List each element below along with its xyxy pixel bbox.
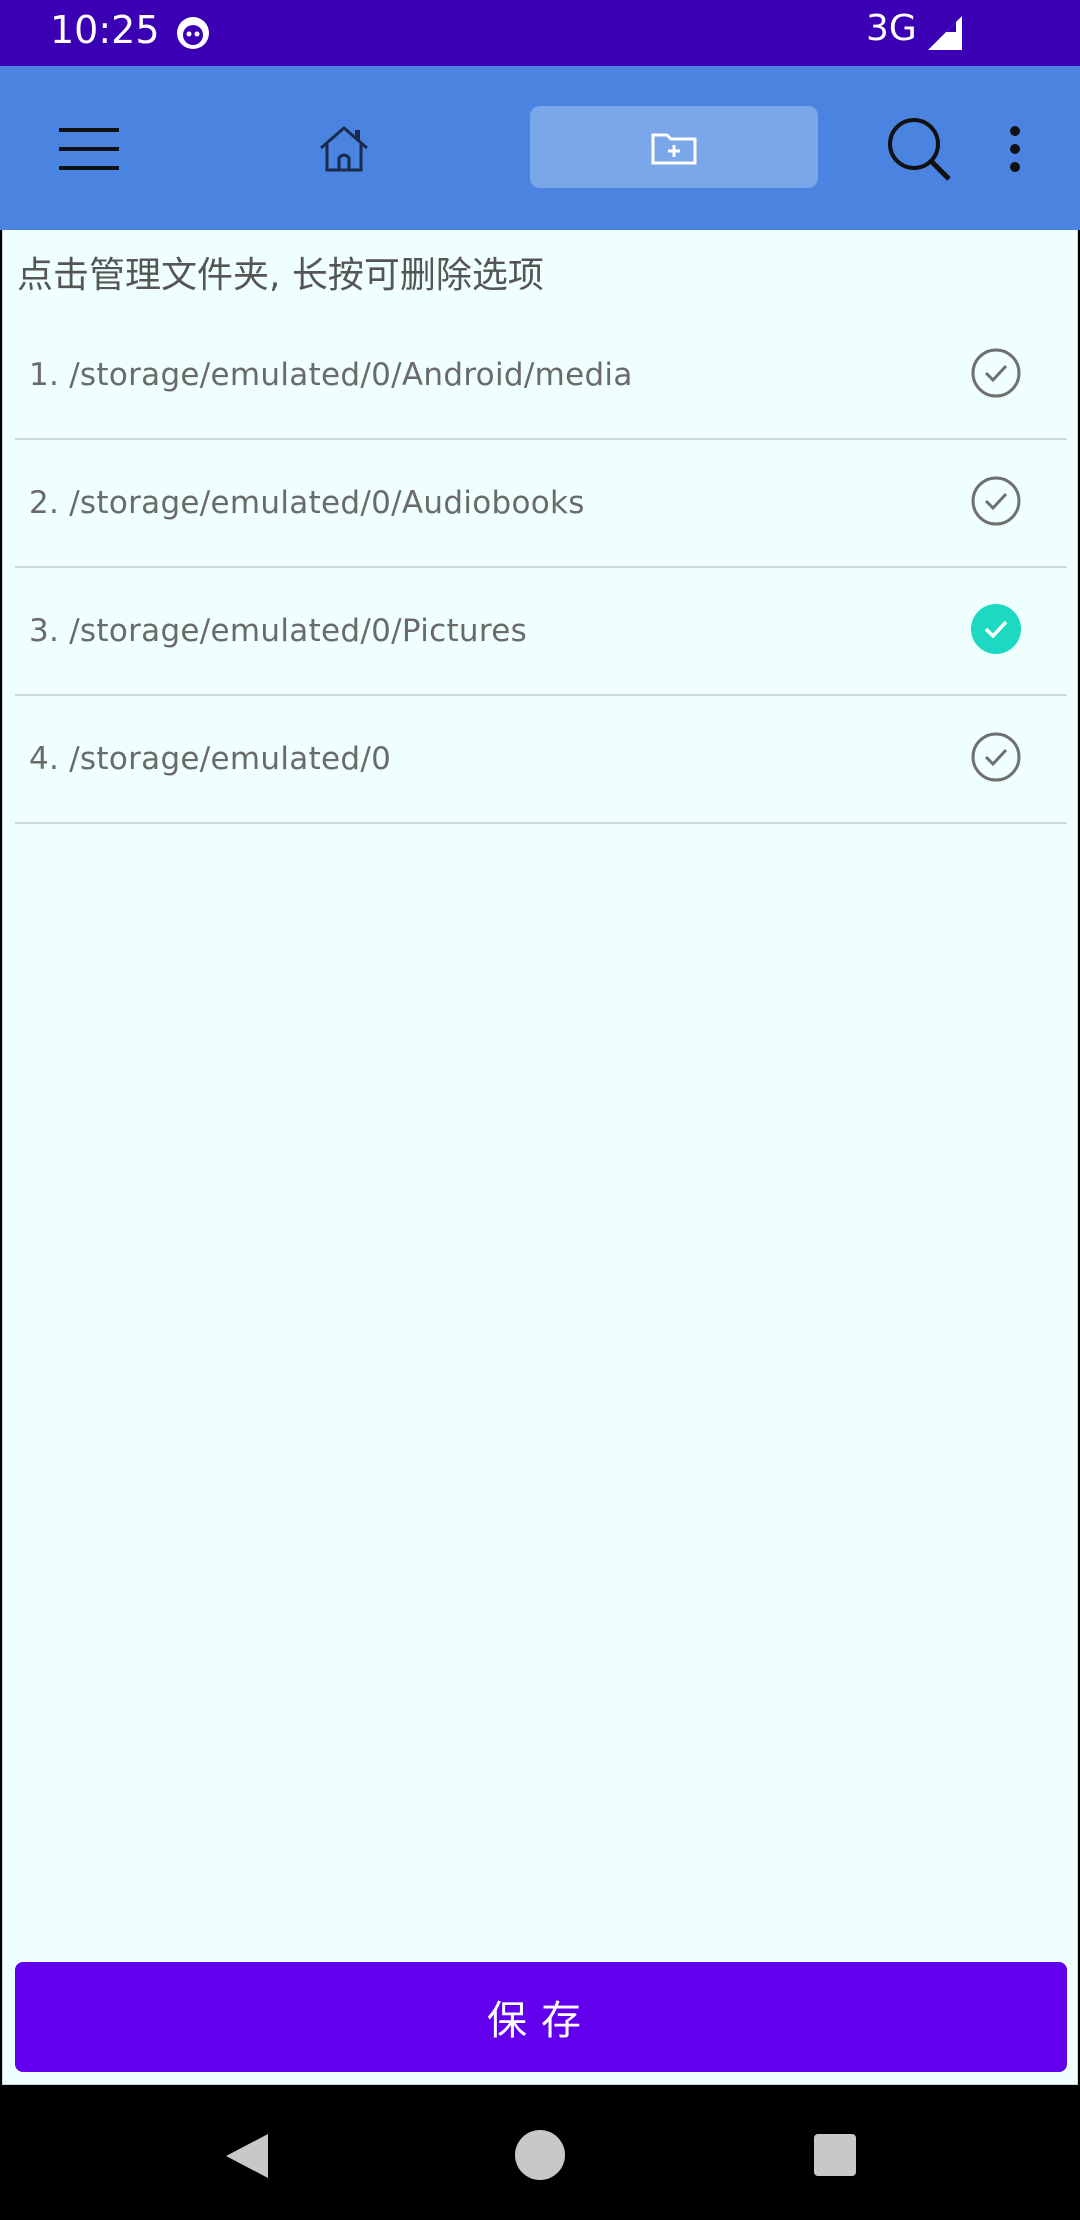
checked-circle-icon[interactable] [971, 604, 1021, 654]
menu-icon [59, 128, 119, 170]
folder-path: /storage/emulated/0/Audiobooks [69, 485, 585, 521]
toolbar [0, 66, 1080, 230]
folder-path: /storage/emulated/0/Pictures [69, 613, 528, 649]
back-icon[interactable] [222, 2132, 272, 2180]
folder-item[interactable]: 2./storage/emulated/0/Audiobooks [15, 440, 1067, 568]
folder-item-text: 1./storage/emulated/0/Android/media [29, 312, 633, 438]
folder-index: 2. [29, 485, 60, 521]
folder-manager-panel: 点击管理文件夹, 长按可删除选项 1./storage/emulated/0/A… [2, 230, 1078, 2085]
folder-item[interactable]: 1./storage/emulated/0/Android/media [15, 312, 1067, 440]
folder-index: 1. [29, 357, 60, 393]
menu-button[interactable] [40, 100, 138, 198]
folder-list: 1./storage/emulated/0/Android/media 2./s… [15, 312, 1067, 824]
recent-apps-icon[interactable] [814, 2134, 856, 2176]
more-options-button[interactable] [985, 100, 1045, 198]
search-button[interactable] [870, 100, 968, 198]
folder-item-text: 2./storage/emulated/0/Audiobooks [29, 440, 585, 566]
save-button[interactable]: 保存 [15, 1962, 1067, 2072]
search-icon [888, 118, 951, 181]
app-notification-icon [177, 17, 209, 49]
folder-path: /storage/emulated/0/Android/media [69, 357, 633, 393]
folder-manage-button[interactable] [530, 106, 818, 188]
unchecked-circle-icon[interactable] [971, 732, 1021, 782]
signal-icon [928, 16, 962, 50]
folder-item-text: 3./storage/emulated/0/Pictures [29, 568, 527, 694]
folder-item[interactable]: 4./storage/emulated/0 [15, 696, 1067, 824]
hint-text: 点击管理文件夹, 长按可删除选项 [17, 255, 544, 296]
folder-item-text: 4./storage/emulated/0 [29, 696, 391, 822]
folder-add-icon [651, 133, 697, 165]
folder-path: /storage/emulated/0 [69, 741, 392, 777]
home-icon [320, 126, 368, 172]
folder-item[interactable]: 3./storage/emulated/0/Pictures [15, 568, 1067, 696]
unchecked-circle-icon[interactable] [971, 348, 1021, 398]
folder-index: 3. [29, 613, 60, 649]
status-time: 10:25 [50, 8, 160, 52]
unchecked-circle-icon[interactable] [971, 476, 1021, 526]
more-vert-icon [1010, 126, 1020, 172]
system-nav-bar [0, 2088, 1080, 2220]
status-bar: 10:25 3G [0, 0, 1080, 66]
home-nav-icon[interactable] [515, 2130, 565, 2180]
folder-index: 4. [29, 741, 60, 777]
network-type: 3G [866, 8, 917, 49]
home-button[interactable] [295, 100, 393, 198]
